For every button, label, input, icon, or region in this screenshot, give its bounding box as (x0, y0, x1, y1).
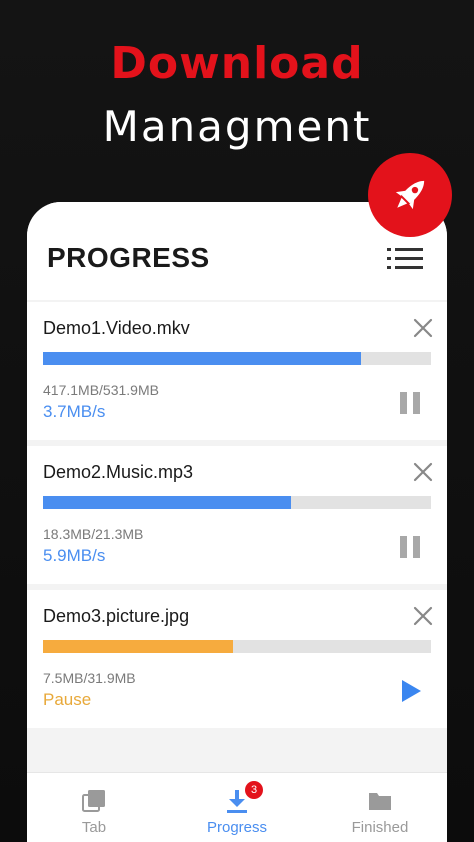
close-icon (413, 462, 433, 482)
remove-download-button[interactable] (411, 460, 435, 484)
file-size: 7.5MB/31.9MB (43, 670, 136, 686)
file-name: Demo1.Video.mkv (43, 318, 190, 338)
nav-item-tab[interactable]: Tab (27, 773, 161, 842)
progress-fill (43, 496, 292, 509)
remove-download-button[interactable] (411, 604, 435, 628)
download-item[interactable]: Demo3.picture.jpg 7.5MB/31.9MB Pause (27, 590, 447, 728)
progress-bar (43, 352, 431, 365)
nav-label: Finished (351, 819, 409, 836)
rocket-badge (368, 153, 452, 237)
rocket-icon (395, 180, 425, 210)
progress-bar (43, 640, 431, 653)
nav-label: Progress (206, 819, 268, 836)
download-item[interactable]: Demo1.Video.mkv 417.1MB/531.9MB 3.7MB/s (27, 302, 447, 440)
progress-bar (43, 496, 431, 509)
progress-fill (43, 352, 362, 365)
list-menu-icon (387, 248, 423, 269)
headline-management: Managment (102, 102, 372, 151)
pause-icon (400, 392, 420, 414)
pause-button[interactable] (395, 532, 425, 562)
menu-button[interactable] (385, 242, 425, 276)
pause-icon (400, 536, 420, 558)
download-speed: 5.9MB/s (43, 546, 106, 565)
file-size: 18.3MB/21.3MB (43, 526, 144, 542)
download-status: Pause (43, 690, 92, 709)
headline-download: Download (110, 38, 364, 89)
tabs-icon (82, 790, 105, 812)
remove-download-button[interactable] (411, 316, 435, 340)
phone-frame: PROGRESS Demo1.Video.mkv 417.1MB/531.9MB… (27, 202, 447, 842)
download-item[interactable]: Demo2.Music.mp3 18.3MB/21.3MB 5.9MB/s (27, 446, 447, 584)
progress-count-badge: 3 (245, 781, 263, 799)
resume-button[interactable] (395, 676, 425, 706)
nav-item-progress[interactable]: 3 Progress (167, 773, 307, 842)
folder-icon (369, 793, 391, 810)
close-icon (413, 318, 433, 338)
screen: Download Managment PROGRESS Demo1.Video.… (0, 0, 474, 842)
play-icon (402, 680, 421, 702)
nav-label: Tab (81, 819, 107, 836)
close-icon (413, 606, 433, 626)
bottom-nav: Tab 3 Progress Finished (27, 772, 447, 842)
file-name: Demo2.Music.mp3 (43, 462, 194, 482)
progress-fill (43, 640, 234, 653)
page-title: PROGRESS (47, 242, 210, 273)
pause-button[interactable] (395, 388, 425, 418)
download-speed: 3.7MB/s (43, 402, 106, 421)
nav-item-finished[interactable]: Finished (313, 773, 447, 842)
file-name: Demo3.picture.jpg (43, 606, 190, 626)
file-size: 417.1MB/531.9MB (43, 382, 159, 398)
